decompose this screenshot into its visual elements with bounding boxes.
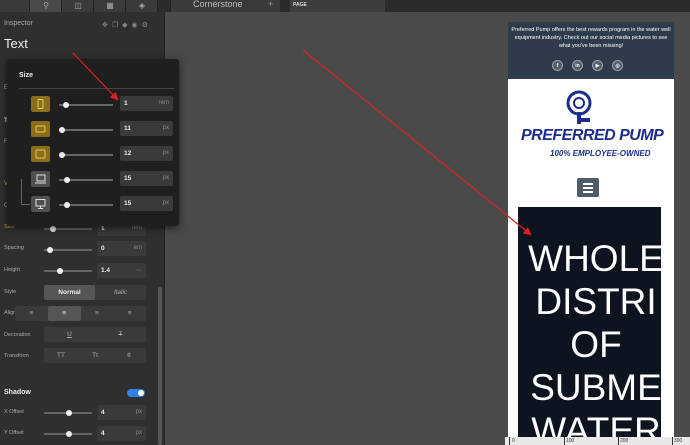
annotation-arrow: [72, 52, 119, 101]
app-root: ⚲ ◫ ▦ ◈ Cornerstone + PAGE Inspector ✥❐◆…: [0, 0, 690, 445]
annotation-arrows: [72, 49, 532, 236]
annotation-arrow: [302, 49, 532, 236]
